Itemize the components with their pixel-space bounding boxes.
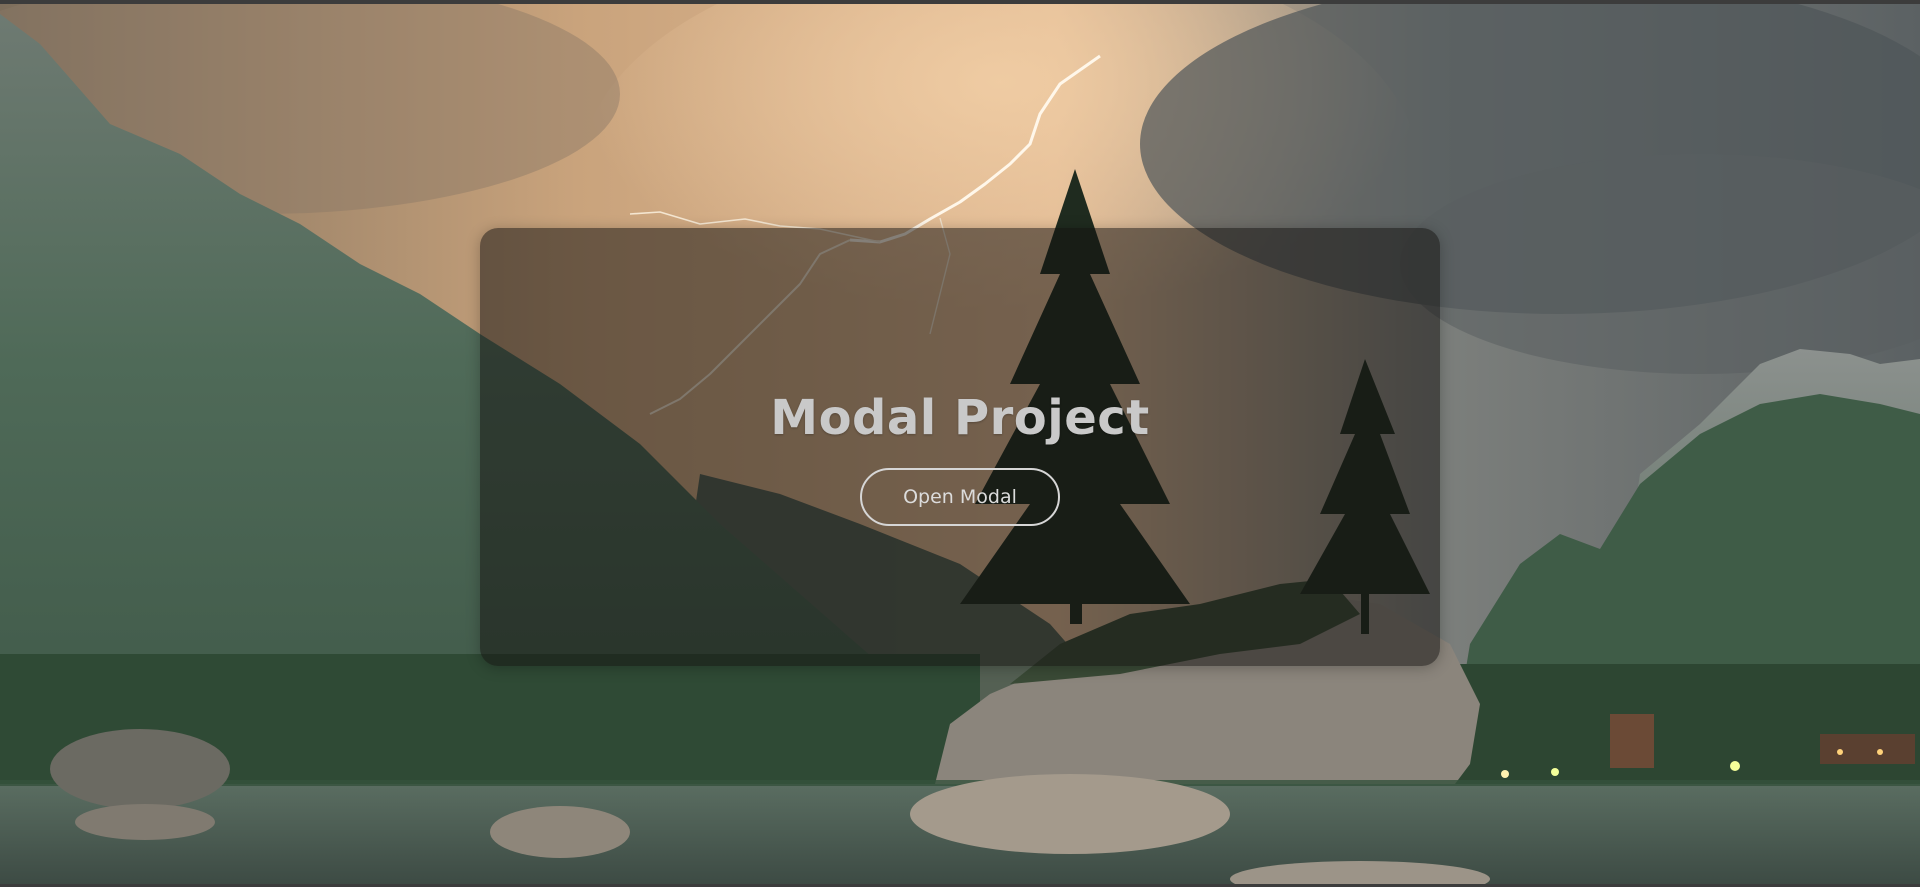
left-rock-low (75, 804, 215, 840)
left-rock (50, 729, 230, 809)
open-modal-button[interactable]: Open Modal (860, 468, 1060, 526)
page: Modal Project Open Modal (0, 0, 1920, 887)
hero-card: Modal Project Open Modal (480, 228, 1440, 666)
small-rock (490, 806, 630, 858)
page-title: Modal Project (770, 390, 1150, 446)
forest-right (1450, 664, 1920, 784)
foreground-rock (910, 774, 1230, 854)
